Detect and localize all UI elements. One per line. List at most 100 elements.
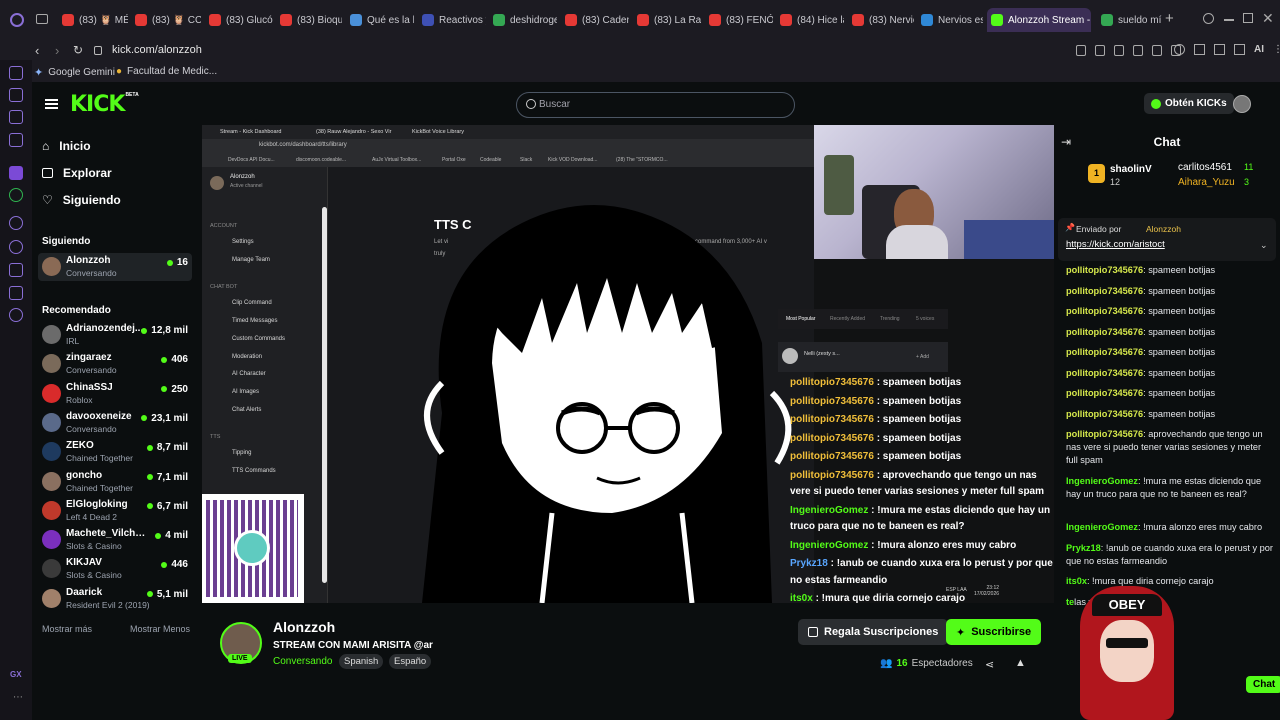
tag-espanol[interactable]: Españo [389, 654, 432, 669]
channel-avatar [42, 257, 61, 276]
live-dot-icon [141, 327, 148, 334]
browser-tab[interactable]: Qué es la h [346, 8, 414, 32]
tag-spanish[interactable]: Spanish [339, 654, 384, 669]
browser-tab[interactable]: Alonzzoh Stream - V [987, 8, 1091, 32]
browser-tab[interactable]: (83) FENÓI [705, 8, 773, 32]
recommended-channel[interactable]: ChinaSSJ Roblox 250 [38, 380, 192, 408]
rail-icon-clock[interactable] [9, 240, 23, 254]
rail-icon-cube[interactable] [9, 286, 23, 300]
browser-tab[interactable]: (83) 🦉 CC [131, 8, 201, 32]
tab-favicon-icon [991, 14, 1003, 26]
browser-tab[interactable]: (83) Bioqui [276, 8, 342, 32]
extension-icons[interactable] [1076, 45, 1181, 56]
capture-panel-tab: Trending [880, 316, 900, 322]
stream-title: STREAM CON MAMI ARISITA @ar [273, 640, 433, 651]
browser-menu-icon[interactable] [10, 13, 24, 27]
hamburger-menu-icon[interactable] [45, 99, 58, 109]
rail-icon-settings[interactable] [9, 308, 23, 322]
nav-explore[interactable]: Explorar [42, 166, 112, 180]
show-less-link[interactable]: Mostrar Menos [130, 624, 190, 634]
recommended-channel[interactable]: KIKJAV Slots & Casino 446 [38, 555, 192, 583]
user-avatar[interactable] [1233, 95, 1251, 113]
extensions-toolbar[interactable]: AI ⋮ [1174, 44, 1280, 55]
maximize-button[interactable] [1243, 13, 1253, 23]
reload-icon[interactable]: ↻ [73, 43, 83, 57]
recommended-channel[interactable]: goncho Chained Together 7,1 mil [38, 468, 192, 496]
capture-bookmark: Kick VOD Download... [548, 157, 598, 163]
rail-icon-1[interactable] [9, 66, 23, 80]
stream-category[interactable]: Conversando [273, 656, 332, 667]
show-more-link[interactable]: Mostrar más [42, 624, 92, 634]
recommended-channel[interactable]: Machete_Vilches Slots & Casino 4 mil [38, 526, 192, 554]
capture-bookmark: DevDocs API Docu... [228, 157, 275, 163]
minimize-button[interactable] [1224, 19, 1234, 21]
bookmark-gemini[interactable]: ✦ Google Gemini [34, 66, 115, 79]
browser-tab[interactable]: (83) Nervic [848, 8, 914, 32]
chat-send-button[interactable]: Chat [1246, 676, 1280, 693]
pinned-message: 📌 Enviado por Alonzzoh https://kick.com/… [1058, 218, 1276, 261]
recommended-channel[interactable]: davooxeneize Conversando 23,1 mil [38, 409, 192, 437]
rail-icon-history[interactable] [9, 216, 23, 230]
kick-sidebar: ⌂ Inicio Explorar ♡ Siguiendo Siguiendo … [32, 128, 200, 720]
chat-message: pollitopio7345676: spameen botijas [1066, 367, 1216, 378]
recommended-channel[interactable]: ElGlogloking Left 4 Dead 2 6,7 mil [38, 497, 192, 525]
new-tab-button[interactable]: + [1165, 10, 1174, 27]
channel-avatar [42, 354, 61, 374]
search-tabs-icon[interactable] [1203, 13, 1214, 24]
rail-icon-3[interactable] [9, 110, 23, 124]
browser-tab[interactable]: (83) Caden [561, 8, 629, 32]
capture-panel-tab: 5 voices [916, 316, 935, 322]
video-player[interactable]: Stream - Kick Dashboard (38) Rauw Alejand… [202, 125, 1054, 603]
nav-following[interactable]: ♡ Siguiendo [42, 193, 121, 207]
forward-icon[interactable]: › [55, 43, 59, 58]
nav-home[interactable]: ⌂ Inicio [42, 139, 91, 153]
recommended-channel[interactable]: Daarick Resident Evil 2 (2019) 5,1 mil [38, 585, 192, 613]
bookmarks-bar: ✦ Google Gemini ● Facultad de Medic... [0, 64, 1280, 82]
chat-message: Prykz18: !anub oe cuando xuxa era lo per… [1066, 542, 1273, 566]
browser-tab[interactable]: sueldo mín [1097, 8, 1162, 32]
chat-message: pollitopio7345676: spameen botijas [1066, 408, 1216, 419]
browser-tab[interactable]: Nervios es [917, 8, 983, 32]
close-window-button[interactable]: ✕ [1262, 10, 1274, 27]
address-bar-row: ‹ › ↻ kick.com/alonzzoh AI ⋮ [0, 40, 1280, 64]
browser-tab[interactable]: deshidroge [489, 8, 557, 32]
chat-message: pollitopio7345676: spameen botijas [1066, 326, 1216, 337]
workspace-icon[interactable] [36, 14, 48, 24]
streamer-name[interactable]: Alonzzoh [273, 619, 335, 635]
bookmark-facultad[interactable]: ● Facultad de Medic... [116, 66, 217, 77]
chat-message: pollitopio7345676: spameen botijas [1066, 306, 1216, 316]
browser-tab[interactable]: (84) Hice la [776, 8, 844, 32]
tab-favicon-icon [209, 14, 221, 26]
rail-icon-4[interactable] [9, 133, 23, 147]
address-url[interactable]: kick.com/alonzzoh [112, 44, 202, 56]
rail-icon-download[interactable] [9, 263, 23, 277]
browser-tab[interactable]: (83) Glucó [205, 8, 273, 32]
chevron-down-icon[interactable]: ⌄ [1260, 240, 1268, 251]
recommended-channel[interactable]: zingaraez Conversando 406 [38, 350, 192, 378]
recommended-channel[interactable]: Adrianozendej... IRL 12,8 mil [38, 321, 192, 349]
viewer-count: 446 [161, 559, 188, 570]
back-icon[interactable]: ‹ [35, 43, 39, 58]
whatsapp-icon[interactable] [9, 188, 23, 202]
more-icon[interactable]: ⋯ [13, 692, 23, 703]
get-kicks-button[interactable]: Obtén KICKs [1144, 93, 1234, 114]
search-input[interactable]: Buscar [539, 99, 570, 110]
subscribe-button[interactable]: ✦ Suscribirse [946, 619, 1042, 645]
recommended-channel[interactable]: ZEKO Chained Together 8,7 mil [38, 438, 192, 466]
report-icon[interactable]: ▲ [1015, 657, 1026, 669]
gx-icon[interactable]: GX [10, 670, 22, 679]
browser-tab[interactable]: (83) La Rar [633, 8, 701, 32]
capture-menu-item: AI Images [232, 388, 260, 395]
browser-tab[interactable]: Reactivos y [418, 8, 486, 32]
tab-favicon-icon [780, 14, 792, 26]
gift-subs-button[interactable]: Regala Suscripciones [798, 619, 949, 645]
following-channel[interactable]: Alonzzoh Conversando 16 [38, 253, 192, 281]
pinned-link[interactable]: https://kick.com/aristoct [1066, 239, 1165, 250]
search-bar[interactable]: Buscar [516, 92, 795, 118]
kick-logo[interactable]: KICK BETA [70, 92, 139, 117]
browser-tab[interactable]: (83) 🦉 MÉ [58, 8, 128, 32]
share-icon[interactable]: ⋖ [985, 658, 994, 671]
rail-icon-2[interactable] [9, 88, 23, 102]
twitch-icon[interactable] [9, 166, 23, 180]
live-badge: LIVE [228, 654, 252, 663]
